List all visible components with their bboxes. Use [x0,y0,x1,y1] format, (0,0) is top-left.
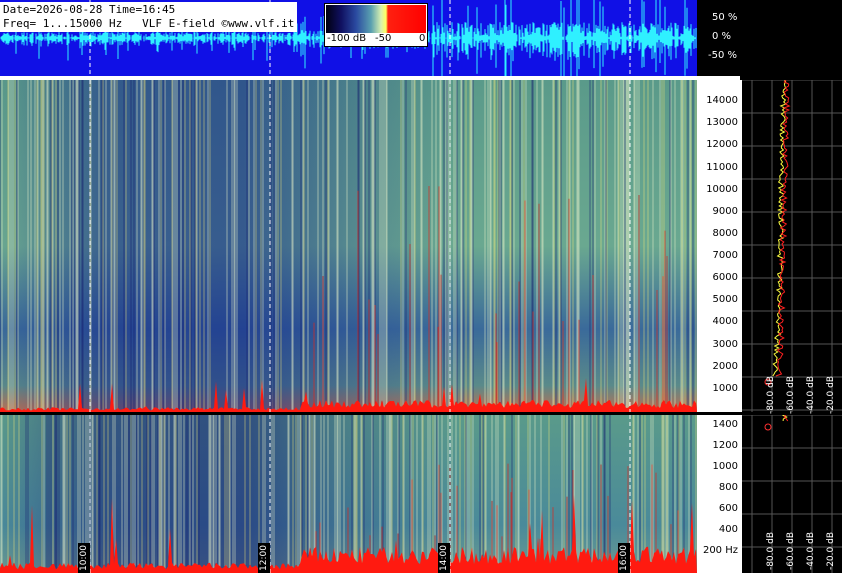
profile-low-db-tick-0: -20.0 dB [826,532,836,571]
colorbar-label-max: 0 [419,33,426,44]
freq-axis-low-tick-6: 200 Hz [702,544,738,556]
freq-axis-full-tick-2: 12000 [706,139,738,151]
freq-axis-full-tick-4: 10000 [706,183,738,195]
info-frequency: Freq= 1...15000 Hz VLF E-field ©www.vlf.… [3,17,295,30]
colorbar-label-min: -100 dB [327,33,367,44]
pct-label-minus50: -50 % [708,50,738,61]
freq-axis-low: 1400 1200 1000 800 600 400 200 Hz [697,415,742,573]
freq-axis-low-tick-4: 600 [718,502,738,514]
colorbar-label-mid: -50 [375,33,392,44]
profile-marker [764,423,772,431]
freq-axis-full-tick-10: 4000 [712,316,738,328]
info-date-time: Date=2026-08-28 Time=16:45 [3,3,176,16]
profile-low-db-tick-2: -60.0 dB [786,532,796,571]
spectrum-profile-full-plot [742,80,842,412]
spectrogram-red-band [0,378,697,412]
colorbar-gradient [326,5,426,33]
freq-axis-full-tick-6: 8000 [712,227,738,239]
freq-axis-full-tick-12: 2000 [712,360,738,372]
spectrogram-full-marks [0,80,697,412]
spectrum-profile-full [742,80,842,412]
pct-label-50: 50 % [712,12,738,23]
info-box: Date=2026-08-28 Time=16:45 Freq= 1...150… [0,2,298,32]
profile-low-db-tick-1: -40.0 dB [806,532,816,571]
freq-axis-low-tick-2: 1000 [712,460,738,472]
freq-axis-low-tick-1: 1200 [712,439,738,451]
spectrogram-streaks [0,415,697,573]
freq-axis-low-tick-5: 400 [718,523,738,535]
profile-full-db-tick-1: -40.0 dB [806,376,816,415]
freq-axis-full-tick-7: 7000 [712,250,738,262]
freq-axis-full-tick-5: 9000 [712,205,738,217]
freq-axis-full-tick-8: 6000 [712,272,738,284]
profile-full-db-tick-2: -60.0 dB [786,376,796,415]
freq-axis-full-tick-13: 1000 [712,382,738,394]
spectrogram-low [0,415,697,573]
freq-axis-low-tick-0: 1400 [712,418,738,430]
time-tick-3: 16:00 [618,543,630,573]
spectrogram-full [0,80,697,412]
freq-axis-full-tick-11: 3000 [712,338,738,350]
spectrogram-streaks [0,80,697,412]
freq-axis-full-tick-3: 11000 [706,161,738,173]
profile-low-db-tick-3: -80.0 dB [766,532,776,571]
pct-label-0: 0 % [712,31,732,42]
time-tick-2: 14:00 [438,543,450,573]
profile-line-red [783,415,789,422]
freq-axis-full-tick-0: 14000 [706,95,738,107]
freq-axis-low-tick-3: 800 [718,481,738,493]
profile-full-db-tick-3: -80.0 dB [766,376,776,415]
time-tick-1: 12:00 [258,543,270,573]
spectrogram-low-marks [0,415,697,573]
freq-axis-full-tick-9: 5000 [712,294,738,306]
colorbar: -100 dB -50 0 [324,3,428,47]
profile-full-db-tick-0: -20.0 dB [826,376,836,415]
freq-axis-full-tick-1: 13000 [706,117,738,129]
freq-axis-full: 14000 13000 12000 11000 10000 9000 8000 7000 600… [697,80,742,412]
time-tick-0: 10:00 [78,543,90,573]
